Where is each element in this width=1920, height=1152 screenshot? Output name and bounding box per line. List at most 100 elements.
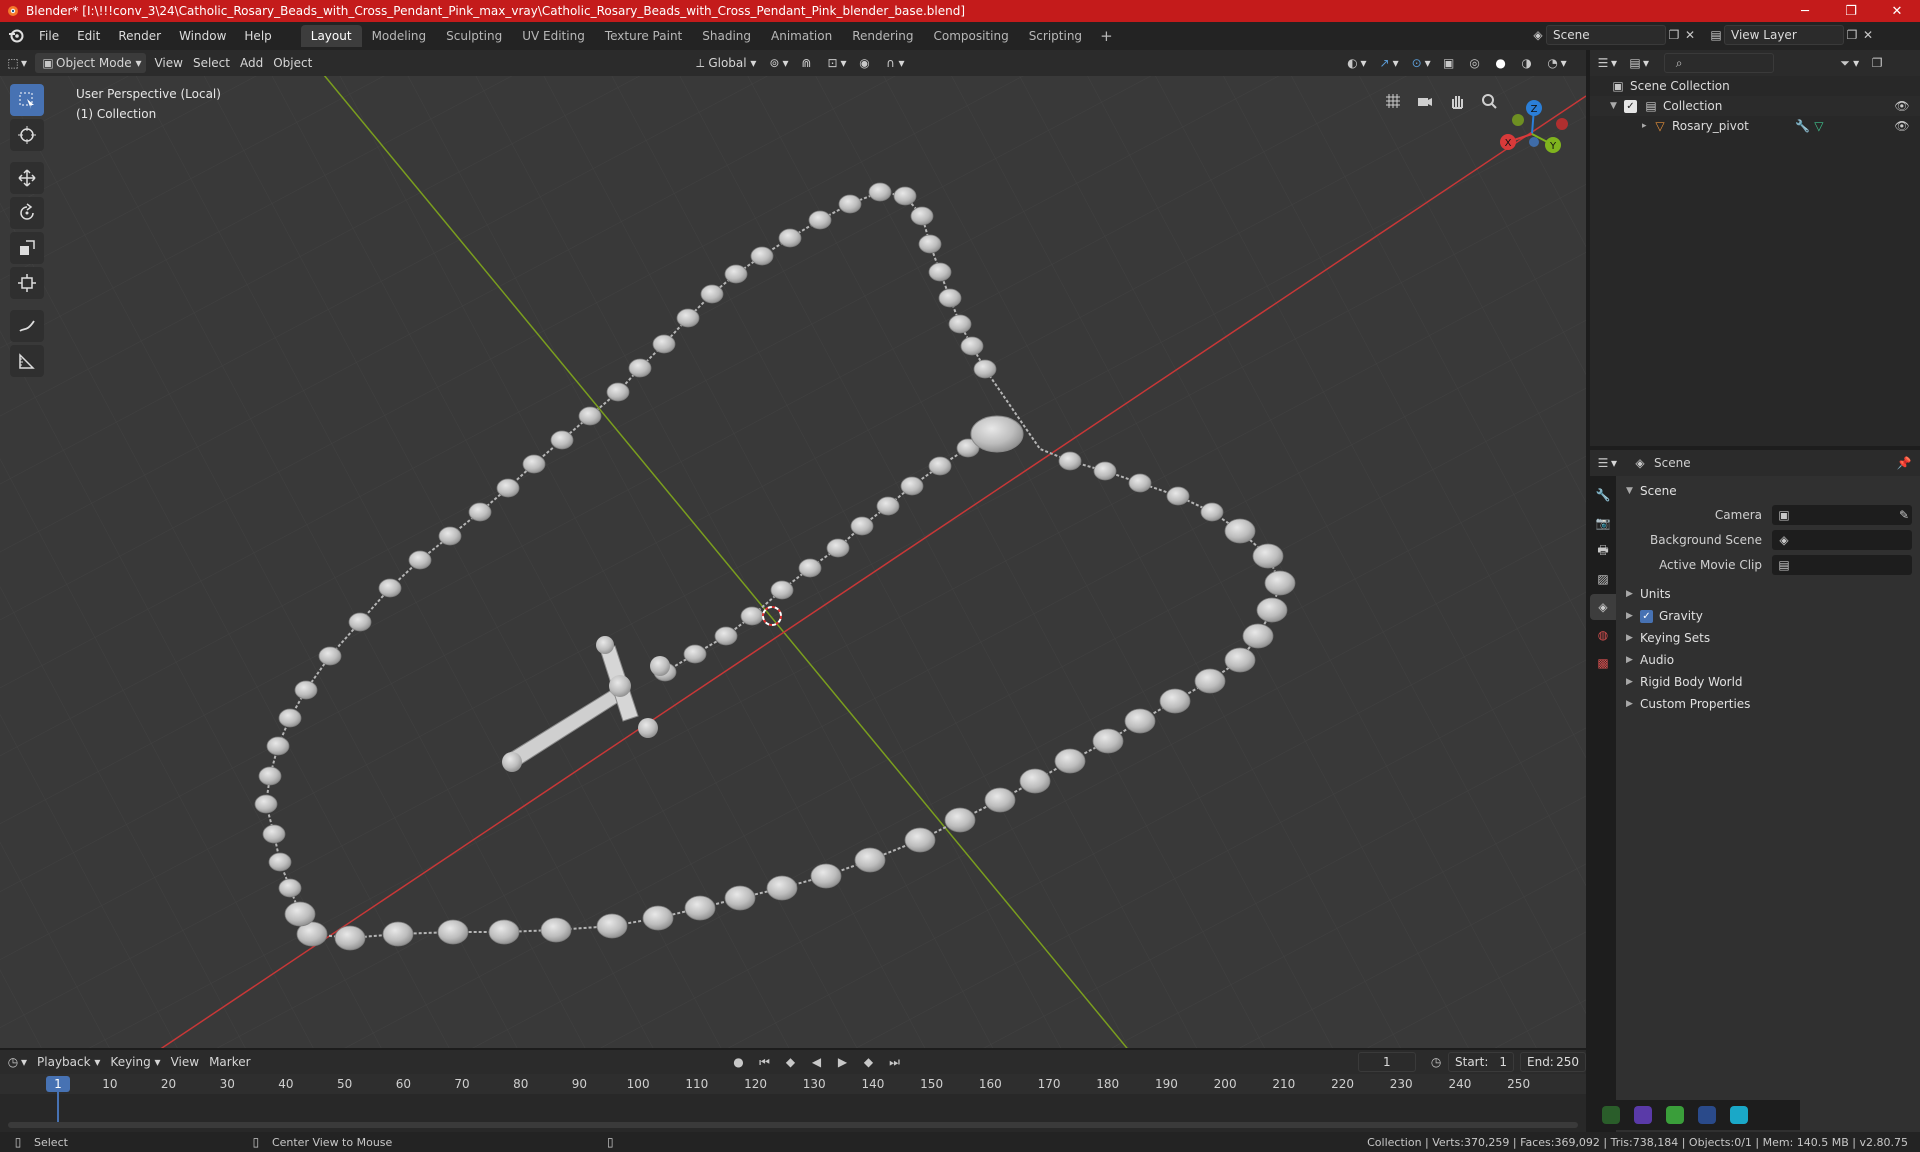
properties-editor-type[interactable]: ☰ ▾	[1590, 453, 1622, 473]
record-button[interactable]: ●	[726, 1052, 752, 1072]
annotate-tool[interactable]	[10, 310, 44, 342]
blender-menu-icon[interactable]	[8, 28, 30, 44]
rotate-tool[interactable]	[10, 197, 44, 229]
wireframe-shading[interactable]: ◎	[1462, 53, 1488, 73]
gizmo-toggle[interactable]: ↗ ▾	[1372, 53, 1404, 73]
grid-view-icon[interactable]	[1380, 88, 1406, 114]
measure-tool[interactable]	[10, 345, 44, 377]
eye-icon[interactable]: 👁	[1894, 98, 1910, 114]
tab-compositing[interactable]: Compositing	[923, 25, 1018, 47]
tab-sculpting[interactable]: Sculpting	[436, 25, 512, 47]
snap-toggle[interactable]: ⋒	[793, 53, 819, 73]
gravity-checkbox[interactable]: ✓	[1640, 609, 1653, 623]
overlay-toggle[interactable]: ⊙ ▾	[1404, 53, 1436, 73]
tab-world[interactable]: ◍	[1590, 622, 1616, 648]
prev-keyframe-button[interactable]: ◆	[778, 1052, 804, 1072]
gizmo-neg-z[interactable]	[1529, 137, 1539, 147]
playback-menu[interactable]: Playback ▾	[32, 1052, 105, 1072]
start-frame-field[interactable]: Start: 1	[1448, 1052, 1514, 1072]
rigid-body-panel-header[interactable]: ▶ Rigid Body World	[1616, 671, 1920, 693]
pan-hand-icon[interactable]	[1444, 88, 1470, 114]
keying-sets-panel-header[interactable]: ▶ Keying Sets	[1616, 627, 1920, 649]
gizmo-neg-y[interactable]	[1512, 114, 1524, 126]
view-layer-icon[interactable]: ▤	[1708, 27, 1724, 43]
menu-file[interactable]: File	[30, 22, 68, 50]
view-menu[interactable]: View	[149, 53, 187, 73]
remove-scene-icon[interactable]: ✕	[1682, 27, 1698, 43]
tab-scene[interactable]: ◈	[1590, 594, 1616, 620]
collection-exclude-checkbox[interactable]: ✓	[1624, 99, 1637, 113]
gizmo-neg-x[interactable]	[1556, 118, 1568, 130]
keying-menu[interactable]: Keying ▾	[105, 1052, 165, 1072]
gravity-panel-header[interactable]: ▶ ✓ Gravity	[1616, 605, 1920, 627]
play-reverse-button[interactable]: ◀	[804, 1052, 830, 1072]
close-button[interactable]: ✕	[1874, 0, 1920, 22]
add-workspace-button[interactable]: +	[1092, 27, 1121, 45]
timeline[interactable]: 1 10 20 30 40 50 60 70 80 90 100 110 120 130 140 150 16…	[0, 1074, 1586, 1140]
new-collection-button[interactable]: ❐	[1864, 53, 1890, 73]
tab-texture[interactable]: ▩	[1590, 650, 1616, 676]
outliner-collection[interactable]: ▼ ✓ ▤ Collection 👁	[1590, 96, 1920, 116]
jump-start-button[interactable]: ⏮	[752, 1052, 778, 1072]
tab-shading[interactable]: Shading	[692, 25, 761, 47]
filter-dropdown[interactable]: ⏷ ▾	[1832, 53, 1864, 73]
next-keyframe-button[interactable]: ◆	[856, 1052, 882, 1072]
navigation-gizmo[interactable]: Z X Y	[1490, 92, 1570, 172]
tab-view-layer[interactable]: ▨	[1590, 566, 1616, 592]
timeline-scrollbar[interactable]	[8, 1122, 1578, 1128]
timeline-editor-type[interactable]: ◷ ▾	[0, 1052, 32, 1072]
camera-view-icon[interactable]	[1412, 88, 1438, 114]
transform-tool[interactable]	[10, 267, 44, 299]
marker-menu[interactable]: Marker	[204, 1052, 255, 1072]
custom-properties-panel-header[interactable]: ▶ Custom Properties	[1616, 693, 1920, 715]
cursor-tool[interactable]	[10, 119, 44, 151]
nvidia-icon[interactable]	[1602, 1106, 1620, 1124]
tab-animation[interactable]: Animation	[761, 25, 842, 47]
outliner-search-input[interactable]: ⌕	[1664, 53, 1775, 73]
new-scene-icon[interactable]: ❐	[1666, 27, 1682, 43]
remove-view-layer-icon[interactable]: ✕	[1860, 27, 1876, 43]
new-view-layer-icon[interactable]: ❐	[1844, 27, 1860, 43]
solid-shading[interactable]: ●	[1488, 53, 1514, 73]
stopwatch-icon[interactable]: ◷	[1430, 1054, 1442, 1070]
background-scene-field[interactable]: ◈	[1772, 529, 1912, 550]
end-frame-field[interactable]: End: 250	[1520, 1052, 1586, 1072]
eye-icon[interactable]: 👁	[1894, 118, 1910, 134]
rendered-shading[interactable]: ◔ ▾	[1540, 53, 1572, 73]
scene-name-field[interactable]: Scene	[1546, 25, 1666, 45]
units-panel-header[interactable]: ▶ Units	[1616, 583, 1920, 605]
tab-rendering[interactable]: Rendering	[842, 25, 923, 47]
tab-scripting[interactable]: Scripting	[1019, 25, 1092, 47]
app-icon[interactable]	[1634, 1106, 1652, 1124]
editor-type-icon[interactable]: ⬚ ▾	[0, 53, 32, 73]
add-menu[interactable]: Add	[235, 53, 268, 73]
outliner-scene-collection[interactable]: ▣ Scene Collection	[1590, 76, 1920, 96]
shield-icon[interactable]	[1666, 1106, 1684, 1124]
maximize-button[interactable]: ❐	[1828, 0, 1874, 22]
orientation-dropdown[interactable]: ⟂ Global ▾	[687, 53, 761, 73]
modifier-wrench-icon[interactable]: 🔧	[1795, 118, 1811, 134]
monitor-icon[interactable]	[1730, 1106, 1748, 1124]
material-shading[interactable]: ◑	[1514, 53, 1540, 73]
expand-icon[interactable]: ▸	[1642, 121, 1652, 131]
eyedropper-icon[interactable]: ✎	[1896, 507, 1912, 523]
falloff-dropdown[interactable]: ∩ ▾	[878, 53, 910, 73]
menu-render[interactable]: Render	[109, 22, 170, 50]
tab-layout[interactable]: Layout	[300, 25, 362, 47]
audio-panel-header[interactable]: ▶ Audio	[1616, 649, 1920, 671]
movie-clip-field[interactable]: ▤	[1772, 554, 1912, 575]
outliner-object-rosary-pivot[interactable]: ▸ ▽ Rosary_pivot 🔧 ▽ 👁	[1590, 116, 1920, 136]
play-button[interactable]: ▶	[830, 1052, 856, 1072]
scale-tool[interactable]	[10, 232, 44, 264]
scene-panel-header[interactable]: ▼ Scene	[1616, 480, 1920, 502]
expand-icon[interactable]: ▼	[1610, 101, 1624, 111]
current-frame-indicator[interactable]: 1	[46, 1076, 70, 1092]
tab-uv-editing[interactable]: UV Editing	[512, 25, 595, 47]
menu-edit[interactable]: Edit	[68, 22, 109, 50]
mode-dropdown[interactable]: ▣ Object Mode ▾	[35, 53, 147, 73]
camera-field[interactable]: ▣ ✎	[1772, 504, 1912, 525]
pivot-dropdown[interactable]: ⊚ ▾	[761, 53, 793, 73]
move-tool[interactable]	[10, 162, 44, 194]
view-layer-field[interactable]: View Layer	[1724, 25, 1844, 45]
tab-texture-paint[interactable]: Texture Paint	[595, 25, 692, 47]
